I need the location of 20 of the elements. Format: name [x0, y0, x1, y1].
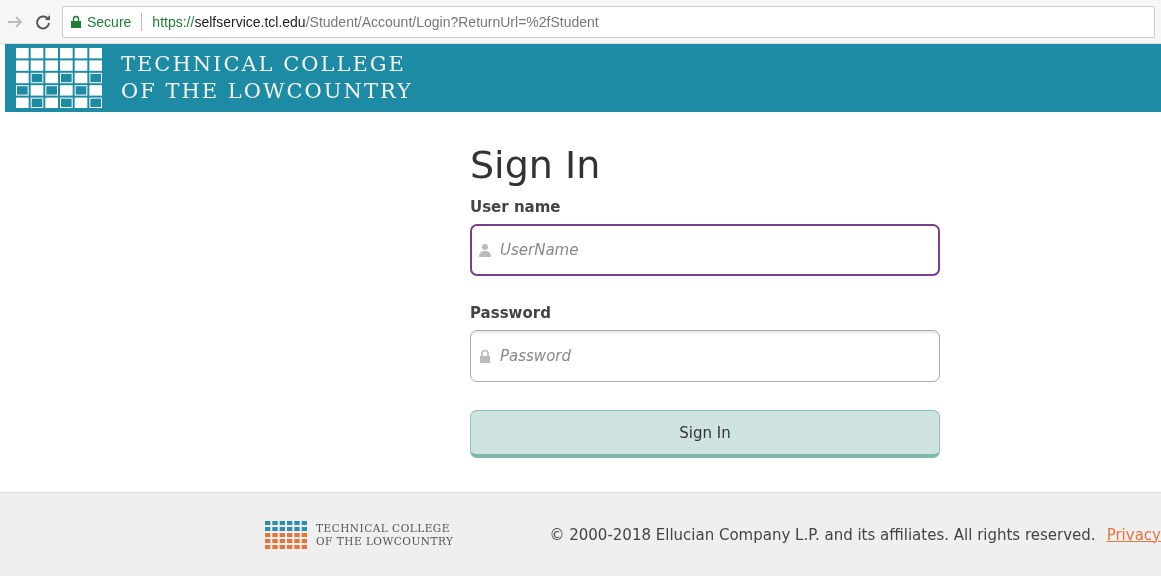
input-field[interactable]: UserName	[470, 224, 940, 276]
college-name: TECHNICAL COLLEGE	[121, 51, 407, 78]
copyright-text: © 2000-2018 Ellucian Company L.P. and its affiliates. All rights reserved.	[549, 525, 1096, 544]
field-label: Password	[470, 304, 551, 322]
field-label: User name	[470, 198, 561, 216]
url-text: https://selfservice.tcl.edu/Student/Account/Login?ReturnUrl=%2fStudent	[152, 13, 599, 30]
address-bar[interactable]: Secure https://selfservice.tcl.edu/Student/Account/Login?ReturnUrl=%2fStudent	[62, 5, 1155, 38]
reload-icon[interactable]	[34, 12, 52, 31]
grid-logo-icon	[264, 519, 308, 550]
college-name: OF THE LOWCOUNTRY	[316, 534, 454, 548]
college-name: OF THE LOWCOUNTRY	[121, 78, 413, 105]
input-field[interactable]: Password	[470, 330, 940, 382]
lock-icon	[479, 349, 491, 363]
college-name: TECHNICAL COLLEGE	[316, 521, 451, 535]
lock-icon	[71, 15, 81, 28]
page-title: Sign In	[470, 142, 602, 188]
user-icon	[479, 243, 491, 257]
grid-logo-icon	[15, 47, 103, 109]
sign-in-button[interactable]: Sign In	[470, 410, 940, 458]
secure-label: Secure	[87, 13, 132, 30]
